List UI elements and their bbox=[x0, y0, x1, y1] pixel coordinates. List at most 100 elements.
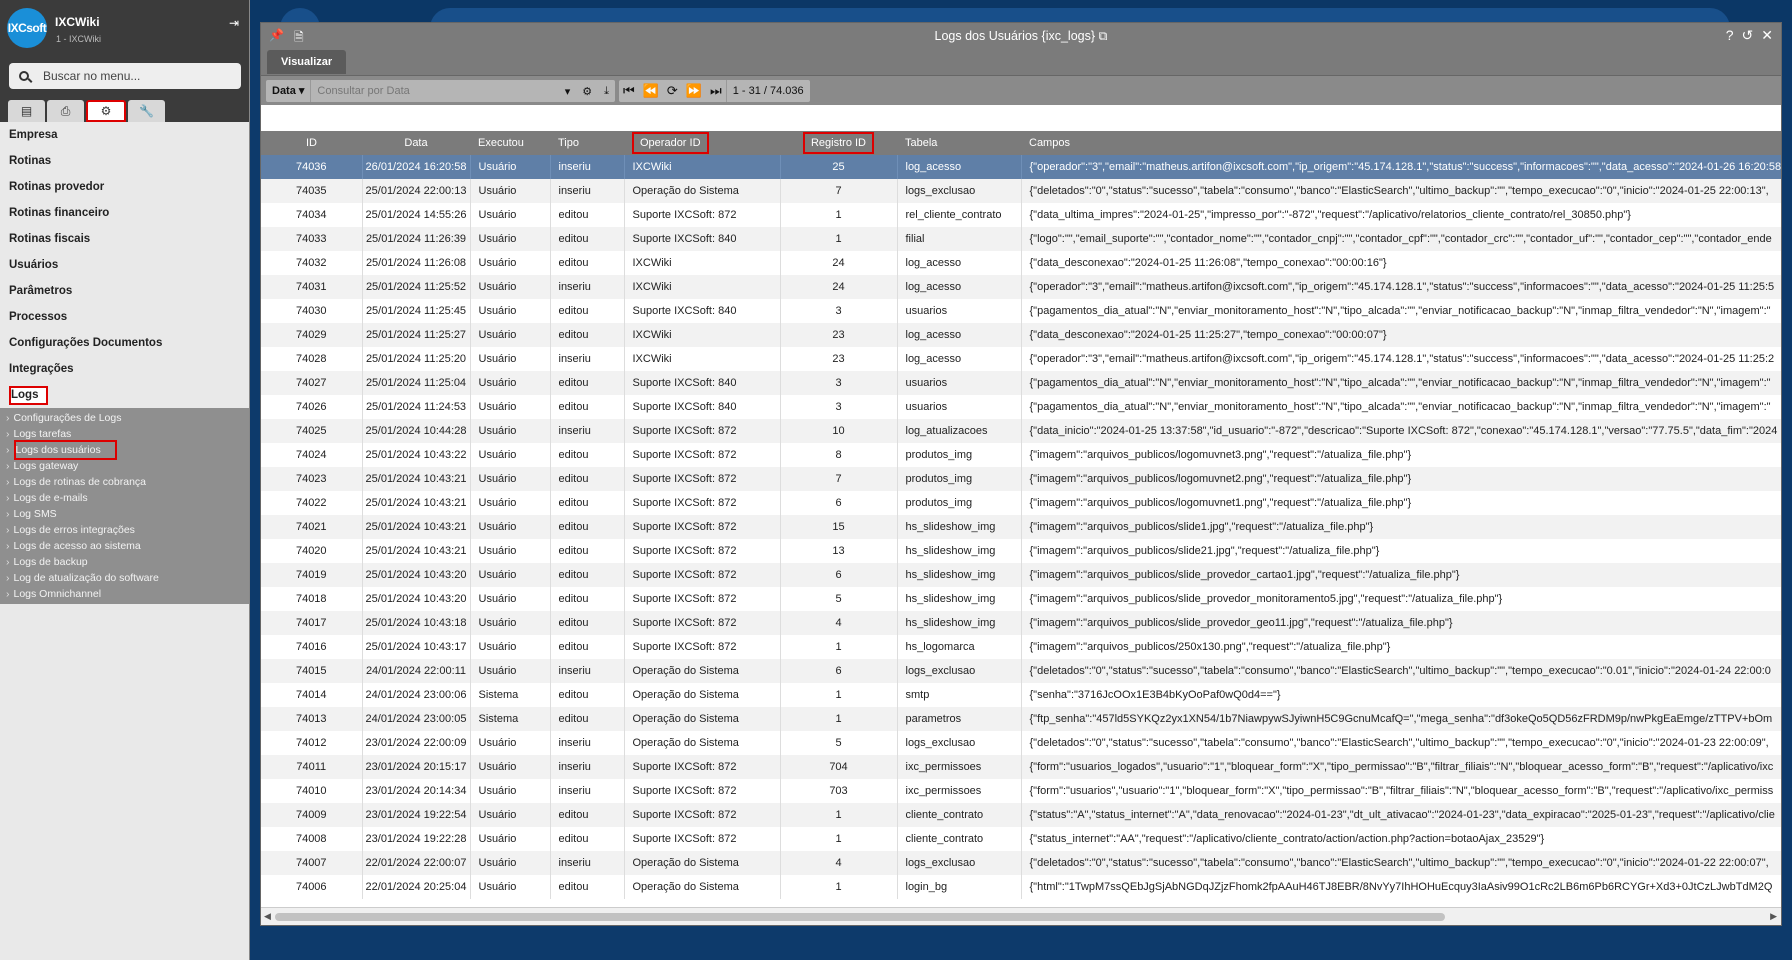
menu-search-input[interactable]: Buscar no menu... bbox=[9, 63, 241, 89]
table-row[interactable]: 74029 25/01/2024 11:25:27 Usuário editou IXC… bbox=[261, 323, 1781, 347]
dropdown-icon[interactable]: ▾ bbox=[559, 85, 577, 98]
table-row[interactable]: 74032 25/01/2024 11:26:08 Usuário editou IXC… bbox=[261, 251, 1781, 275]
scroll-left-icon[interactable]: ◀ bbox=[264, 911, 271, 922]
next-page-icon[interactable]: ⏩ bbox=[682, 83, 706, 99]
prev-page-icon[interactable]: ⏪ bbox=[639, 83, 663, 99]
close-icon[interactable]: ✕ bbox=[1761, 27, 1773, 44]
cell-registro-id: 23 bbox=[780, 347, 898, 371]
first-page-icon[interactable]: ⏮ bbox=[619, 83, 639, 99]
table-row[interactable]: 74036 26/01/2024 16:20:58 Usuário inseriu IX… bbox=[261, 155, 1781, 179]
menu-item-rotinas-financeiro[interactable]: Rotinas financeiro bbox=[0, 200, 249, 226]
tab-list-icon[interactable]: ▤ bbox=[8, 100, 45, 122]
menu-item-logs[interactable]: Logs bbox=[0, 382, 249, 408]
table-row[interactable]: 74011 23/01/2024 20:15:17 Usuário inseriu Su… bbox=[261, 755, 1781, 779]
filter-settings-icon[interactable]: ⚙ bbox=[576, 85, 598, 98]
menu-item-logs-label: Logs bbox=[9, 386, 49, 405]
tab-settings-icon[interactable]: ⚙ bbox=[86, 100, 126, 122]
filter-field-select[interactable]: Data ▾ bbox=[266, 80, 312, 102]
table-row[interactable]: 74009 23/01/2024 19:22:54 Usuário editou Sup… bbox=[261, 803, 1781, 827]
col-header-id[interactable]: ID bbox=[261, 131, 362, 155]
menu-item-rotinas[interactable]: Rotinas bbox=[0, 148, 249, 174]
submenu-item[interactable]: Log de atualização do software bbox=[0, 570, 249, 586]
table-row[interactable]: 74020 25/01/2024 10:43:21 Usuário editou Sup… bbox=[261, 539, 1781, 563]
submenu-item[interactable]: Logs de backup bbox=[0, 554, 249, 570]
menu-item-rotinas-provedor[interactable]: Rotinas provedor bbox=[0, 174, 249, 200]
submenu-item[interactable]: Logs de erros integrações bbox=[0, 522, 249, 538]
cell-executou: Usuário bbox=[470, 851, 551, 875]
menu-item-parametros[interactable]: Parâmetros bbox=[0, 278, 249, 304]
table-row[interactable]: 74010 23/01/2024 20:14:34 Usuário inseriu Su… bbox=[261, 779, 1781, 803]
table-row[interactable]: 74021 25/01/2024 10:43:21 Usuário editou Sup… bbox=[261, 515, 1781, 539]
view-tab-button[interactable]: Visualizar bbox=[267, 50, 347, 74]
submenu-item[interactable]: Logs gateway bbox=[0, 458, 249, 474]
refresh-icon[interactable]: ⟳ bbox=[663, 83, 682, 99]
table-row[interactable]: 74024 25/01/2024 10:43:22 Usuário editou Sup… bbox=[261, 443, 1781, 467]
tab-tools-icon[interactable]: 🔧 bbox=[128, 100, 165, 122]
menu-item-configuracoes-documentos[interactable]: Configurações Documentos bbox=[0, 330, 249, 356]
history-icon[interactable]: ↺ bbox=[1742, 27, 1754, 44]
table-row[interactable]: 74030 25/01/2024 11:25:45 Usuário editou Sup… bbox=[261, 299, 1781, 323]
copy-icon[interactable]: ⧉ bbox=[1099, 29, 1108, 43]
table-row[interactable]: 74026 25/01/2024 11:24:53 Usuário editou Sup… bbox=[261, 395, 1781, 419]
horizontal-scrollbar[interactable]: ◀ ▶ bbox=[261, 907, 1781, 925]
table-row[interactable]: 74006 22/01/2024 20:25:04 Usuário editou Ope… bbox=[261, 875, 1781, 899]
submenu-item[interactable]: Logs de acesso ao sistema bbox=[0, 538, 249, 554]
table-row[interactable]: 74019 25/01/2024 10:43:20 Usuário editou Sup… bbox=[261, 563, 1781, 587]
menu-item-empresa[interactable]: Empresa bbox=[0, 122, 249, 148]
table-row[interactable]: 74035 25/01/2024 22:00:13 Usuário inseriu Op… bbox=[261, 179, 1781, 203]
menu-item-processos[interactable]: Processos bbox=[0, 304, 249, 330]
col-header-executou[interactable]: Executou bbox=[470, 131, 550, 155]
help-icon[interactable]: ? bbox=[1726, 27, 1734, 44]
table-row[interactable]: 74031 25/01/2024 11:25:52 Usuário inseriu IX… bbox=[261, 275, 1781, 299]
table-row[interactable]: 74033 25/01/2024 11:26:39 Usuário editou Sup… bbox=[261, 227, 1781, 251]
filter-input[interactable]: Consultar por Data bbox=[311, 85, 558, 97]
menu-item-usuarios[interactable]: Usuários bbox=[0, 252, 249, 278]
submenu-item[interactable]: Log SMS bbox=[0, 506, 249, 522]
tab-print-icon[interactable]: ⎙ bbox=[47, 100, 84, 122]
submenu-item[interactable]: Logs de rotinas de cobrança bbox=[0, 474, 249, 490]
col-header-tabela[interactable]: Tabela bbox=[897, 131, 1021, 155]
table-row[interactable]: 74023 25/01/2024 10:43:21 Usuário editou Sup… bbox=[261, 467, 1781, 491]
scroll-right-icon[interactable]: ▶ bbox=[1770, 911, 1777, 922]
cell-data: 23/01/2024 19:22:54 bbox=[362, 803, 471, 827]
menu-item-integracoes[interactable]: Integrações bbox=[0, 356, 249, 382]
scrollbar-thumb[interactable] bbox=[275, 913, 1445, 921]
col-header-campos[interactable]: Campos bbox=[1021, 131, 1781, 155]
table-row[interactable]: 74027 25/01/2024 11:25:04 Usuário editou Sup… bbox=[261, 371, 1781, 395]
table-row[interactable]: 74014 24/01/2024 23:00:06 Sistema editou Ope… bbox=[261, 683, 1781, 707]
cell-operador: Operação do Sistema bbox=[624, 659, 781, 683]
logout-icon[interactable]: ⇥ bbox=[229, 16, 239, 30]
table-row[interactable]: 74018 25/01/2024 10:43:20 Usuário editou Sup… bbox=[261, 587, 1781, 611]
sidebar-tabs: ▤ ⎙ ⚙ 🔧 bbox=[8, 100, 165, 122]
table-row[interactable]: 74013 24/01/2024 23:00:05 Sistema editou Ope… bbox=[261, 707, 1781, 731]
cell-tipo: editou bbox=[550, 491, 625, 515]
table-row[interactable]: 74025 25/01/2024 10:44:28 Usuário inseriu Su… bbox=[261, 419, 1781, 443]
table-row[interactable]: 74022 25/01/2024 10:43:21 Usuário editou Sup… bbox=[261, 491, 1781, 515]
submenu-item[interactable]: Logs de e-mails bbox=[0, 490, 249, 506]
window-titlebar[interactable]: 📌 🗎 Logs dos Usuários {ixc_logs} ⧉ ? ↺ ✕ bbox=[261, 23, 1781, 49]
col-header-tipo[interactable]: Tipo bbox=[550, 131, 624, 155]
col-header-data[interactable]: Data bbox=[362, 131, 470, 155]
cell-registro-id: 6 bbox=[780, 659, 898, 683]
table-row[interactable]: 74034 25/01/2024 14:55:26 Usuário editou Sup… bbox=[261, 203, 1781, 227]
cell-registro-id: 13 bbox=[780, 539, 898, 563]
table-row[interactable]: 74007 22/01/2024 22:00:07 Usuário inseriu Op… bbox=[261, 851, 1781, 875]
table-row[interactable]: 74016 25/01/2024 10:43:17 Usuário editou Sup… bbox=[261, 635, 1781, 659]
submenu-item[interactable]: Configurações de Logs bbox=[0, 410, 249, 426]
cell-data: 25/01/2024 11:25:45 bbox=[362, 299, 471, 323]
table-row[interactable]: 74015 24/01/2024 22:00:11 Usuário inseriu Op… bbox=[261, 659, 1781, 683]
export-icon[interactable]: ⤓ bbox=[598, 85, 615, 98]
submenu-item-logs-usuarios[interactable]: Logs dos usuários bbox=[0, 440, 249, 460]
table-row[interactable]: 74012 23/01/2024 22:00:09 Usuário inseriu Op… bbox=[261, 731, 1781, 755]
grid-header-row: ID Data Executou Tipo Operador ID Regist… bbox=[261, 131, 1781, 155]
col-header-registro-id[interactable]: Registro ID bbox=[780, 131, 897, 155]
cell-operador: Suporte IXCSoft: 872 bbox=[624, 779, 781, 803]
table-row[interactable]: 74008 23/01/2024 19:22:28 Usuário editou Sup… bbox=[261, 827, 1781, 851]
col-header-operador-id[interactable]: Operador ID bbox=[624, 131, 780, 155]
table-row[interactable]: 74028 25/01/2024 11:25:20 Usuário inseriu IX… bbox=[261, 347, 1781, 371]
submenu-item[interactable]: Logs Omnichannel bbox=[0, 586, 249, 602]
cell-registro-id: 1 bbox=[780, 875, 898, 899]
menu-item-rotinas-fiscais[interactable]: Rotinas fiscais bbox=[0, 226, 249, 252]
last-page-icon[interactable]: ⏭ bbox=[706, 83, 726, 99]
table-row[interactable]: 74017 25/01/2024 10:43:18 Usuário editou Sup… bbox=[261, 611, 1781, 635]
